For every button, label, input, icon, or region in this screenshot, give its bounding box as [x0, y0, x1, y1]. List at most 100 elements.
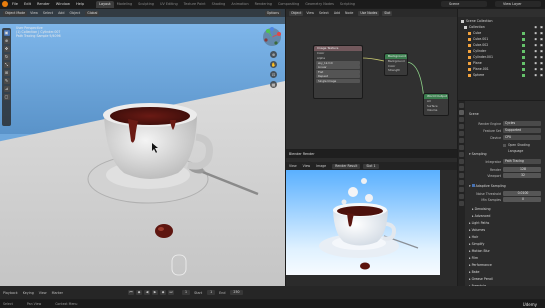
- menu-help[interactable]: Help: [76, 2, 84, 6]
- render-slot-selector[interactable]: Slot 1: [363, 163, 379, 169]
- viewport-menu-object[interactable]: Object: [69, 11, 80, 15]
- zoom-icon[interactable]: ⊕: [270, 51, 277, 58]
- keying-menu[interactable]: Keying: [23, 291, 34, 295]
- tab-uv-editing[interactable]: UV Editing: [157, 1, 181, 8]
- noise-threshold-field[interactable]: 0.0100: [503, 191, 541, 196]
- outliner-item[interactable]: Sphere ◉ ▣: [458, 72, 545, 78]
- image-file-field[interactable]: sky_1k.hdr: [316, 60, 360, 65]
- transform-orientation[interactable]: Global: [85, 10, 100, 16]
- next-key-icon[interactable]: ◆: [160, 290, 167, 295]
- scene-selector[interactable]: Scene: [441, 1, 487, 7]
- prev-key-icon[interactable]: ◆: [136, 290, 143, 295]
- scale-icon[interactable]: ⤡: [3, 62, 10, 68]
- film-section[interactable]: ▸ Film: [466, 255, 545, 261]
- performance-section[interactable]: ▸ Performance: [466, 262, 545, 268]
- add-cube-icon[interactable]: ▢: [3, 94, 10, 100]
- transform-icon[interactable]: ⊞: [3, 70, 10, 76]
- tab-rendering[interactable]: Rendering: [252, 1, 275, 8]
- perspective-grid-icon[interactable]: ▦: [270, 81, 277, 88]
- outliner[interactable]: Scene Collection Collection ◉ ▣ Cube ◉ ▣ C…: [458, 9, 545, 100]
- measure-icon[interactable]: ⊿: [3, 86, 10, 92]
- 3d-viewport[interactable]: Object Mode View Select Add Object Globa…: [0, 9, 285, 292]
- image-texture-node[interactable]: Image Texture Color Alpha sky_1k.hdr Lin…: [313, 45, 363, 99]
- marker-menu[interactable]: Marker: [52, 291, 63, 295]
- render-window[interactable]: Blender Render View View Image Render Re…: [286, 150, 457, 286]
- pan-hand-icon[interactable]: ✋: [270, 61, 277, 68]
- feature-set-dropdown[interactable]: Supported: [503, 128, 541, 133]
- render-tab-icon[interactable]: [459, 110, 464, 115]
- world-tab-icon[interactable]: [459, 138, 464, 143]
- timeline-view-menu[interactable]: View: [39, 291, 47, 295]
- tab-layout[interactable]: Layout: [96, 0, 114, 8]
- cursor-icon[interactable]: ⊕: [3, 38, 10, 44]
- adaptive-checkbox[interactable]: [471, 184, 475, 187]
- jump-end-icon[interactable]: ⏭: [168, 290, 175, 295]
- tab-scripting[interactable]: Scripting: [337, 1, 358, 8]
- menu-edit[interactable]: Edit: [24, 2, 31, 6]
- viewport-options[interactable]: Options: [264, 10, 281, 16]
- viewport-samples-field[interactable]: 32: [503, 173, 541, 178]
- device-dropdown[interactable]: CPU: [503, 135, 541, 140]
- collection-tab-icon[interactable]: [459, 145, 464, 150]
- menu-window[interactable]: Window: [56, 2, 70, 6]
- projection-field[interactable]: Flat: [316, 69, 360, 74]
- jump-start-icon[interactable]: ⏮: [128, 290, 135, 295]
- playback-menu[interactable]: Playback: [3, 291, 18, 295]
- blender-logo-icon[interactable]: [2, 1, 8, 7]
- move-icon[interactable]: ✥: [3, 46, 10, 52]
- constraints-tab-icon[interactable]: [459, 180, 464, 185]
- render-engine-dropdown[interactable]: Cycles: [503, 121, 541, 126]
- viewport-menu-add[interactable]: Add: [58, 11, 64, 15]
- render-samples-field[interactable]: 128: [503, 167, 541, 172]
- visibility-eye-icon[interactable]: ◉: [534, 72, 537, 78]
- tab-texture-paint[interactable]: Texture Paint: [181, 1, 209, 8]
- tab-sculpting[interactable]: Sculpting: [135, 1, 157, 8]
- rotate-icon[interactable]: ↻: [3, 54, 10, 60]
- start-frame-field[interactable]: 1: [207, 290, 216, 295]
- tab-animation[interactable]: Animation: [228, 1, 251, 8]
- tool-tab-icon[interactable]: [459, 103, 464, 108]
- extension-field[interactable]: Repeat: [316, 74, 360, 78]
- navigation-gizmo[interactable]: [262, 27, 282, 47]
- image-selector[interactable]: Render Result: [332, 163, 361, 169]
- render-menu-image[interactable]: Image: [316, 164, 326, 168]
- annotate-icon[interactable]: ✎: [3, 78, 10, 84]
- denoising-section[interactable]: ▸ Denoising: [466, 206, 545, 212]
- particles-tab-icon[interactable]: [459, 166, 464, 171]
- motion-blur-section[interactable]: ▸ Motion Blur: [466, 248, 545, 254]
- camera-view-icon[interactable]: ⊡: [270, 71, 277, 78]
- simplify-section[interactable]: ▸ Simplify: [466, 241, 545, 247]
- background-node[interactable]: Background Background Color Strength: [384, 53, 408, 76]
- view-layer-tab-icon[interactable]: [459, 124, 464, 129]
- tab-geometry-nodes[interactable]: Geometry Nodes: [302, 1, 337, 8]
- interpolation-field[interactable]: Linear: [316, 65, 360, 69]
- render-menu-view-2[interactable]: View: [303, 164, 311, 168]
- menu-render[interactable]: Render: [37, 2, 50, 6]
- light-paths-section[interactable]: ▸ Light Paths: [466, 220, 545, 226]
- world-node-editor[interactable]: Object View Select Add Node Use Nodes Sl…: [286, 9, 457, 149]
- output-tab-icon[interactable]: [459, 117, 464, 122]
- view-layer-selector[interactable]: View Layer: [495, 1, 541, 7]
- scene-tab-icon[interactable]: [459, 131, 464, 136]
- integrator-dropdown[interactable]: Path Tracing: [503, 159, 541, 164]
- osl-checkbox[interactable]: [503, 143, 506, 147]
- hair-section[interactable]: ▸ Hair: [466, 234, 545, 240]
- physics-tab-icon[interactable]: [459, 173, 464, 178]
- sampling-section[interactable]: ▾ Sampling: [466, 151, 545, 157]
- bake-section[interactable]: ▸ Bake: [466, 269, 545, 275]
- source-field[interactable]: Single Image: [316, 78, 360, 83]
- current-frame-field[interactable]: 1: [182, 290, 191, 295]
- texture-tab-icon[interactable]: [459, 201, 464, 206]
- object-tab-icon[interactable]: [459, 152, 464, 157]
- tab-shading[interactable]: Shading: [209, 1, 229, 8]
- mode-selector[interactable]: Object Mode: [3, 10, 28, 16]
- world-output-node[interactable]: World Output All Surface Volume: [423, 93, 449, 116]
- end-frame-field[interactable]: 250: [230, 290, 243, 295]
- modifier-tab-icon[interactable]: [459, 159, 464, 164]
- play-reverse-icon[interactable]: ◀: [144, 290, 151, 295]
- material-tab-icon[interactable]: [459, 194, 464, 199]
- tab-compositing[interactable]: Compositing: [275, 1, 302, 8]
- menu-file[interactable]: File: [12, 2, 18, 6]
- play-icon[interactable]: ▶: [152, 290, 159, 295]
- viewport-menu-view[interactable]: View: [30, 11, 38, 15]
